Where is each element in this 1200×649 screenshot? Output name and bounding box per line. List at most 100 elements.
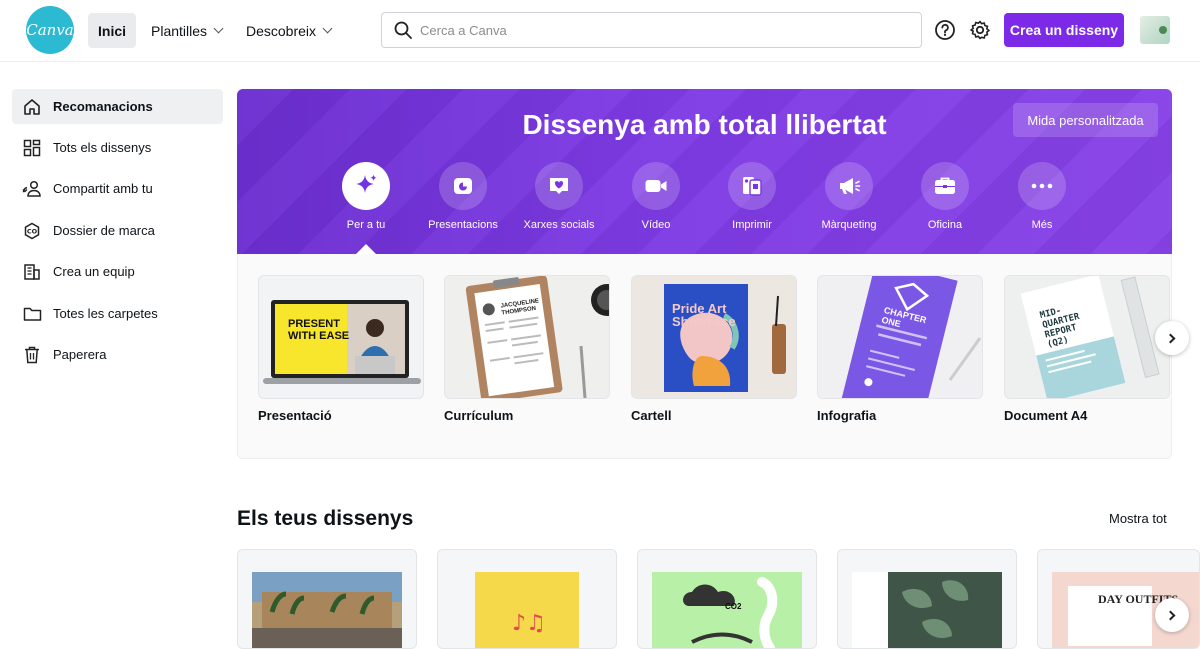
category-label: Més: [1031, 219, 1053, 231]
category-label: Xarxes socials: [523, 219, 595, 231]
template-thumbnail: JACQUELINE THOMPSON: [444, 275, 610, 399]
sparkle-icon: [342, 162, 390, 210]
logo-text: Canva: [26, 21, 74, 39]
svg-text:♪♫: ♪♫: [512, 611, 546, 636]
hero-banner: Dissenya amb total llibertat Mida person…: [237, 89, 1172, 254]
template-label: Infografia: [817, 408, 877, 423]
avatar[interactable]: [1140, 16, 1170, 44]
templates-next-button[interactable]: [1155, 321, 1189, 355]
thumbnail-text: PRESENT WITH EASE: [288, 318, 350, 342]
sidebar-item-label: Paperera: [53, 347, 107, 362]
help-button[interactable]: [933, 18, 957, 42]
template-card-a4-document[interactable]: MID-QUARTER REPORT (Q2) Document A4: [1004, 275, 1170, 423]
sidebar-item-label: Dossier de marca: [53, 223, 155, 238]
template-card-resume[interactable]: JACQUELINE THOMPSON Currículum: [444, 275, 610, 423]
trash-icon: [22, 345, 42, 365]
search-icon: [394, 21, 412, 39]
sidebar-item-create-team[interactable]: Crea un equip: [12, 254, 223, 289]
chevron-down-icon: [213, 23, 224, 34]
template-card-presentation[interactable]: PRESENT WITH EASE Presentació: [258, 275, 424, 423]
template-label: Currículum: [444, 408, 514, 423]
design-card-yellow-music[interactable]: ♪♫: [437, 549, 617, 649]
category-marketing[interactable]: Màrqueting: [801, 162, 897, 231]
more-dots-icon: [1018, 162, 1066, 210]
brand-kit-icon: CO: [22, 221, 42, 241]
template-label: Cartell: [631, 408, 672, 423]
sidebar-item-trash[interactable]: Paperera: [12, 337, 223, 372]
shared-users-icon: [22, 179, 42, 199]
template-label: Document A4: [1004, 408, 1088, 423]
video-camera-icon: [632, 162, 680, 210]
sidebar-item-all-folders[interactable]: Totes les carpetes: [12, 296, 223, 331]
sidebar: Recomanacions Tots els dissenys Comparti…: [0, 62, 236, 628]
create-design-label: Crea un disseny: [1009, 22, 1119, 38]
category-label: Presentacions: [428, 219, 498, 231]
print-icon: [728, 162, 776, 210]
search-bar[interactable]: [381, 12, 922, 48]
category-social-media[interactable]: Xarxes socials: [511, 162, 607, 231]
chevron-down-icon: [322, 23, 333, 34]
help-icon: [935, 20, 955, 40]
sidebar-item-label: Crea un equip: [53, 264, 135, 279]
design-card-leaves[interactable]: [837, 549, 1017, 649]
svg-text:CO: CO: [27, 227, 38, 235]
category-label: Oficina: [927, 219, 963, 231]
category-presentations[interactable]: Presentacions: [415, 162, 511, 231]
sidebar-item-label: Recomanacions: [53, 99, 153, 114]
template-label: Presentació: [258, 408, 332, 423]
custom-size-button[interactable]: Mida personalitzada: [1013, 103, 1158, 137]
category-more[interactable]: Més: [994, 162, 1090, 231]
category-label: Màrqueting: [821, 219, 877, 231]
nav-templates-label: Plantilles: [151, 22, 208, 39]
nav-discover-label: Descobreix: [246, 22, 317, 39]
nav-home-label: Inici: [98, 22, 127, 39]
chevron-right-icon: [1165, 333, 1176, 343]
thumbnail-text: Pride Art Showcase: [672, 301, 736, 329]
category-office[interactable]: Oficina: [897, 162, 993, 231]
sidebar-item-shared[interactable]: Compartit amb tu: [12, 171, 223, 206]
gear-icon: [970, 20, 990, 40]
settings-button[interactable]: [968, 18, 992, 42]
active-category-indicator: [356, 244, 376, 254]
megaphone-icon: [825, 162, 873, 210]
template-card-infographic[interactable]: CHAPTER ONE Infografia: [817, 275, 983, 423]
sidebar-item-label: Compartit amb tu: [53, 181, 153, 196]
thumbnail-text: CO2: [725, 602, 742, 611]
sidebar-item-recommendations[interactable]: Recomanacions: [12, 89, 223, 124]
category-print[interactable]: Imprimir: [704, 162, 800, 231]
sidebar-item-all-designs[interactable]: Tots els dissenys: [12, 130, 223, 165]
social-heart-icon: [535, 162, 583, 210]
template-thumbnail: Pride Art Showcase: [631, 275, 797, 399]
category-for-you[interactable]: Per a tu: [318, 162, 414, 231]
sidebar-item-brand-kit[interactable]: CO Dossier de marca: [12, 213, 223, 248]
template-thumbnail: PRESENT WITH EASE: [258, 275, 424, 399]
design-thumbnail: ♪♫: [475, 572, 579, 648]
team-building-icon: [22, 262, 42, 282]
avatar-dot: [1159, 26, 1167, 34]
template-carousel: PRESENT WITH EASE Presentació JACQUELINE…: [237, 254, 1172, 459]
top-bar: Canva Inici Plantilles Descobreix Crea u…: [0, 0, 1200, 62]
chevron-right-icon: [1165, 610, 1176, 620]
sidebar-item-label: Totes les carpetes: [53, 306, 158, 321]
show-all-link[interactable]: Mostra tot: [1109, 511, 1167, 526]
search-input[interactable]: [420, 22, 900, 38]
design-card-co2-map[interactable]: CO2: [637, 549, 817, 649]
design-thumbnail: [852, 572, 1002, 648]
design-card-plaza[interactable]: [237, 549, 417, 649]
canva-logo[interactable]: Canva: [26, 6, 74, 54]
template-thumbnail: CHAPTER ONE: [817, 275, 983, 399]
nav-templates[interactable]: Plantilles: [141, 13, 232, 48]
category-video[interactable]: Vídeo: [608, 162, 704, 231]
nav-discover[interactable]: Descobreix: [236, 13, 341, 48]
category-label: Vídeo: [641, 219, 671, 231]
template-thumbnail: MID-QUARTER REPORT (Q2): [1004, 275, 1170, 399]
template-card-poster[interactable]: Pride Art Showcase Cartell: [631, 275, 797, 423]
nav-home[interactable]: Inici: [88, 13, 137, 48]
custom-size-label: Mida personalitzada: [1027, 112, 1144, 128]
create-design-button[interactable]: Crea un disseny: [1004, 13, 1124, 47]
designs-next-button[interactable]: [1155, 598, 1189, 632]
designs-section-title: Els teus dissenys: [237, 507, 414, 530]
home-icon: [22, 97, 42, 117]
design-thumbnail: [252, 572, 402, 648]
category-label: Imprimir: [732, 219, 772, 231]
